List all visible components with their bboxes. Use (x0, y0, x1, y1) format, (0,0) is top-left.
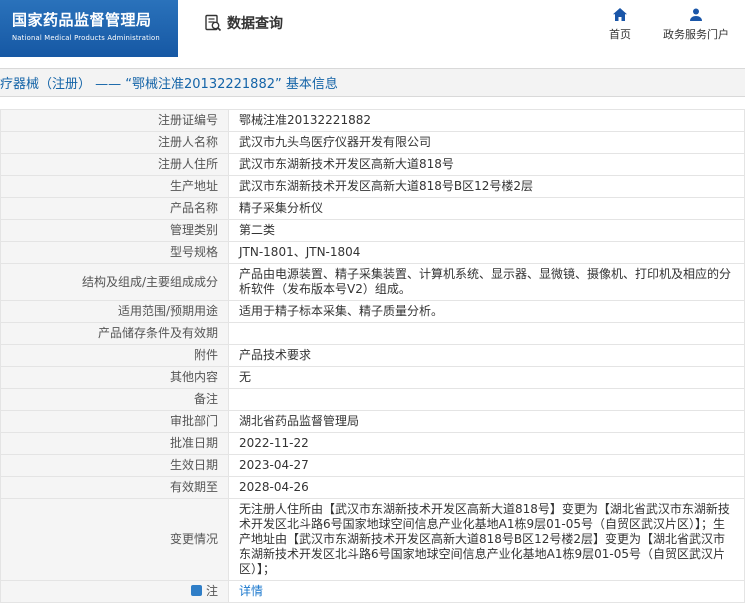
note-icon (191, 585, 202, 596)
table-row: 备注 (1, 389, 745, 411)
row-value (229, 389, 745, 411)
row-value: 无注册人住所由【武汉市东湖新技术开发区高新大道818号】变更为【湖北省武汉市东湖… (229, 499, 745, 581)
info-table: 注册证编号鄂械注准20132221882注册人名称武汉市九头鸟医疗仪器开发有限公… (0, 109, 745, 603)
row-label: 其他内容 (1, 367, 229, 389)
nav-home[interactable]: 首页 (609, 7, 631, 42)
row-label: 型号规格 (1, 242, 229, 264)
page-title: 医疗器械（注册） —— “鄂械注准20132221882” 基本信息 (0, 73, 338, 92)
info-table-body: 注册证编号鄂械注准20132221882注册人名称武汉市九头鸟医疗仪器开发有限公… (1, 110, 745, 603)
row-value: 鄂械注准20132221882 (229, 110, 745, 132)
row-value: 产品技术要求 (229, 345, 745, 367)
row-value: 无 (229, 367, 745, 389)
row-value: 2028-04-26 (229, 477, 745, 499)
table-row: 注册人住所武汉市东湖新技术开发区高新大道818号 (1, 154, 745, 176)
row-label: 管理类别 (1, 220, 229, 242)
row-label: 备注 (1, 389, 229, 411)
row-label: 注册人名称 (1, 132, 229, 154)
row-label: 结构及组成/主要组成成分 (1, 264, 229, 301)
table-row: 产品名称精子采集分析仪 (1, 198, 745, 220)
data-query-label: 数据查询 (227, 13, 283, 33)
table-row: 有效期至2028-04-26 (1, 477, 745, 499)
row-label: 适用范围/预期用途 (1, 301, 229, 323)
row-value: 2022-11-22 (229, 433, 745, 455)
portal-user-icon (688, 7, 704, 23)
agency-name: 国家药品监督管理局 (12, 9, 170, 30)
nav-home-label: 首页 (609, 26, 631, 42)
table-row: 注详情 (1, 581, 745, 603)
top-nav: 首页 政务服务门户 (609, 7, 729, 42)
row-value: 武汉市九头鸟医疗仪器开发有限公司 (229, 132, 745, 154)
table-row: 结构及组成/主要组成成分产品由电源装置、精子采集装置、计算机系统、显示器、显微镜… (1, 264, 745, 301)
row-label: 变更情况 (1, 499, 229, 581)
data-query-icon (204, 14, 222, 32)
table-row: 适用范围/预期用途适用于精子标本采集、精子质量分析。 (1, 301, 745, 323)
row-label: 注 (1, 581, 229, 603)
table-row: 生效日期2023-04-27 (1, 455, 745, 477)
table-row: 注册证编号鄂械注准20132221882 (1, 110, 745, 132)
row-value: 适用于精子标本采集、精子质量分析。 (229, 301, 745, 323)
table-row: 管理类别第二类 (1, 220, 745, 242)
row-label: 生产地址 (1, 176, 229, 198)
row-label: 附件 (1, 345, 229, 367)
row-value: 2023-04-27 (229, 455, 745, 477)
table-row: 变更情况无注册人住所由【武汉市东湖新技术开发区高新大道818号】变更为【湖北省武… (1, 499, 745, 581)
row-value: 武汉市东湖新技术开发区高新大道818号 (229, 154, 745, 176)
row-label: 审批部门 (1, 411, 229, 433)
agency-logo-block: 国家药品监督管理局 National Medical Products Admi… (0, 0, 178, 57)
home-icon (612, 7, 628, 23)
table-row: 其他内容无 (1, 367, 745, 389)
row-value (229, 323, 745, 345)
table-row: 注册人名称武汉市九头鸟医疗仪器开发有限公司 (1, 132, 745, 154)
data-query-tab[interactable]: 数据查询 (204, 13, 283, 33)
breadcrumb-bar: 医疗器械（注册） —— “鄂械注准20132221882” 基本信息 (0, 68, 745, 97)
nav-portal[interactable]: 政务服务门户 (663, 7, 729, 42)
table-row: 审批部门湖北省药品监督管理局 (1, 411, 745, 433)
table-row: 型号规格JTN-1801、JTN-1804 (1, 242, 745, 264)
row-label: 有效期至 (1, 477, 229, 499)
row-label: 产品储存条件及有效期 (1, 323, 229, 345)
row-value: 详情 (229, 581, 745, 603)
nav-portal-label: 政务服务门户 (663, 26, 729, 42)
table-row: 批准日期2022-11-22 (1, 433, 745, 455)
row-value: 产品由电源装置、精子采集装置、计算机系统、显示器、显微镜、摄像机、打印机及相应的… (229, 264, 745, 301)
row-value: 武汉市东湖新技术开发区高新大道818号B区12号楼2层 (229, 176, 745, 198)
table-row: 产品储存条件及有效期 (1, 323, 745, 345)
table-row: 附件产品技术要求 (1, 345, 745, 367)
row-value: JTN-1801、JTN-1804 (229, 242, 745, 264)
agency-name-en: National Medical Products Administration (12, 34, 170, 42)
row-value: 精子采集分析仪 (229, 198, 745, 220)
row-label: 注册人住所 (1, 154, 229, 176)
detail-link[interactable]: 详情 (239, 584, 263, 598)
row-label: 批准日期 (1, 433, 229, 455)
row-label: 产品名称 (1, 198, 229, 220)
table-row: 生产地址武汉市东湖新技术开发区高新大道818号B区12号楼2层 (1, 176, 745, 198)
row-value: 第二类 (229, 220, 745, 242)
row-label: 生效日期 (1, 455, 229, 477)
row-value: 湖北省药品监督管理局 (229, 411, 745, 433)
top-header: 国家药品监督管理局 National Medical Products Admi… (0, 0, 745, 57)
row-label: 注册证编号 (1, 110, 229, 132)
